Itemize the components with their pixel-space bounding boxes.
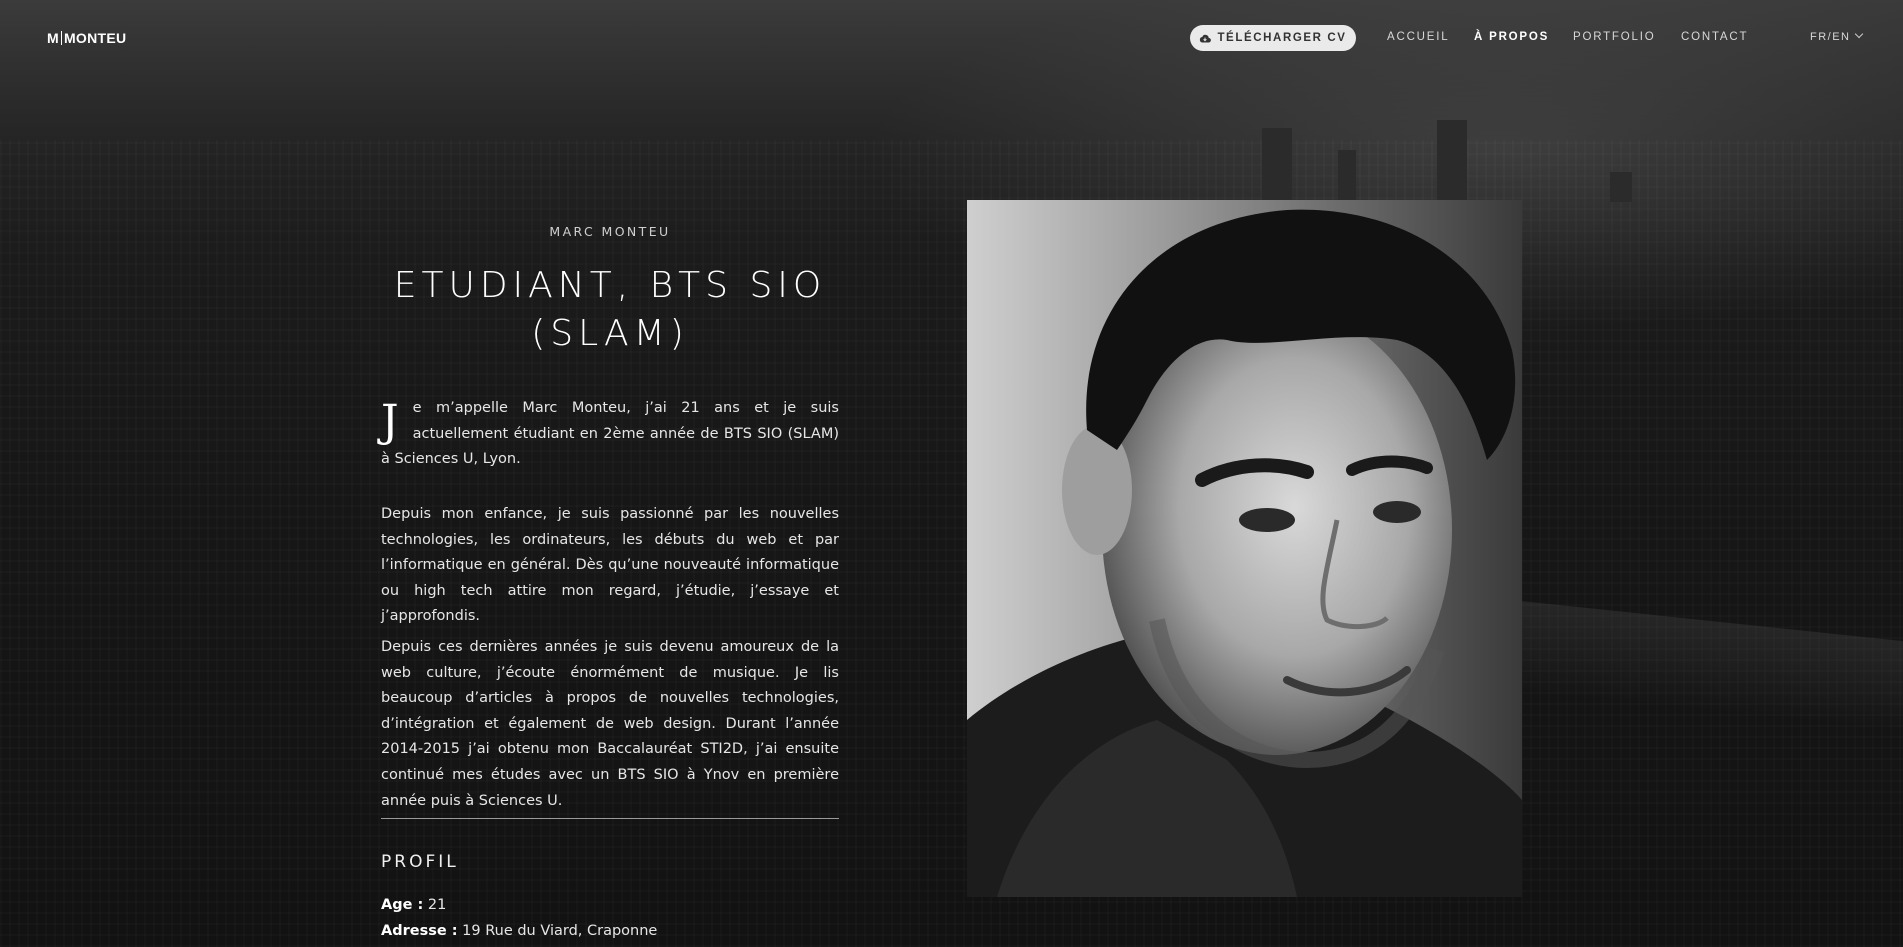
city-texture: [0, 140, 1903, 947]
address-value: 19 Rue du Viard, Craponne: [462, 923, 658, 939]
profile-age: Age : 21: [381, 897, 446, 913]
portrait-photo: [967, 200, 1522, 897]
intro-paragraph-3: Depuis ces dernières années je suis deve…: [381, 639, 839, 809]
cloud-download-icon: [1200, 34, 1212, 43]
nav-a-propos[interactable]: À PROPOS: [1474, 31, 1549, 43]
tower-1: [1262, 128, 1292, 203]
intro-paragraph-1-text: e m’appelle Marc Monteu, j’ai 21 ans et …: [381, 400, 839, 468]
name-eyebrow: MARC MONTEU: [549, 224, 671, 239]
language-switcher[interactable]: FR/EN: [1810, 29, 1863, 43]
nav-accueil[interactable]: ACCUEIL: [1387, 31, 1449, 43]
age-value: 21: [427, 897, 447, 913]
logo-initial: M: [47, 30, 59, 46]
logo-separator: [60, 31, 62, 45]
site-header: M MONTEU TÉLÉCHARGER CV ACCUEIL À PROPOS …: [0, 0, 1903, 76]
intro-paragraph-2: Depuis mon enfance, je suis passionné pa…: [381, 506, 839, 625]
chevron-down-icon: [1854, 29, 1863, 39]
logo[interactable]: M MONTEU: [47, 30, 126, 46]
profil-heading: PROFIL: [381, 852, 459, 872]
profile-address: Adresse : 19 Rue du Viard, Craponne: [381, 923, 657, 939]
tower-2: [1338, 150, 1356, 202]
language-label: FR/EN: [1810, 31, 1851, 43]
title-line-2: (SLAM): [531, 313, 689, 354]
age-label: Age :: [381, 897, 424, 913]
intro-paragraph-1: Je m’appelle Marc Monteu, j’ai 21 ans et…: [381, 396, 839, 473]
page-title: ETUDIANT, BTS SIO (SLAM): [381, 262, 839, 358]
tower-4: [1610, 172, 1632, 202]
portrait-illustration: [967, 200, 1522, 897]
title-line-1: ETUDIANT, BTS SIO: [393, 265, 827, 306]
download-cv-label: TÉLÉCHARGER CV: [1217, 32, 1347, 44]
divider: [381, 818, 839, 819]
dropcap-letter: J: [381, 396, 399, 447]
tower-3: [1437, 120, 1467, 202]
download-cv-button[interactable]: TÉLÉCHARGER CV: [1190, 25, 1356, 51]
logo-name: MONTEU: [63, 30, 127, 46]
nav-contact[interactable]: CONTACT: [1681, 31, 1748, 43]
background-city-image: [0, 0, 1903, 947]
address-label: Adresse :: [381, 923, 458, 939]
nav-portfolio[interactable]: PORTFOLIO: [1573, 31, 1655, 43]
